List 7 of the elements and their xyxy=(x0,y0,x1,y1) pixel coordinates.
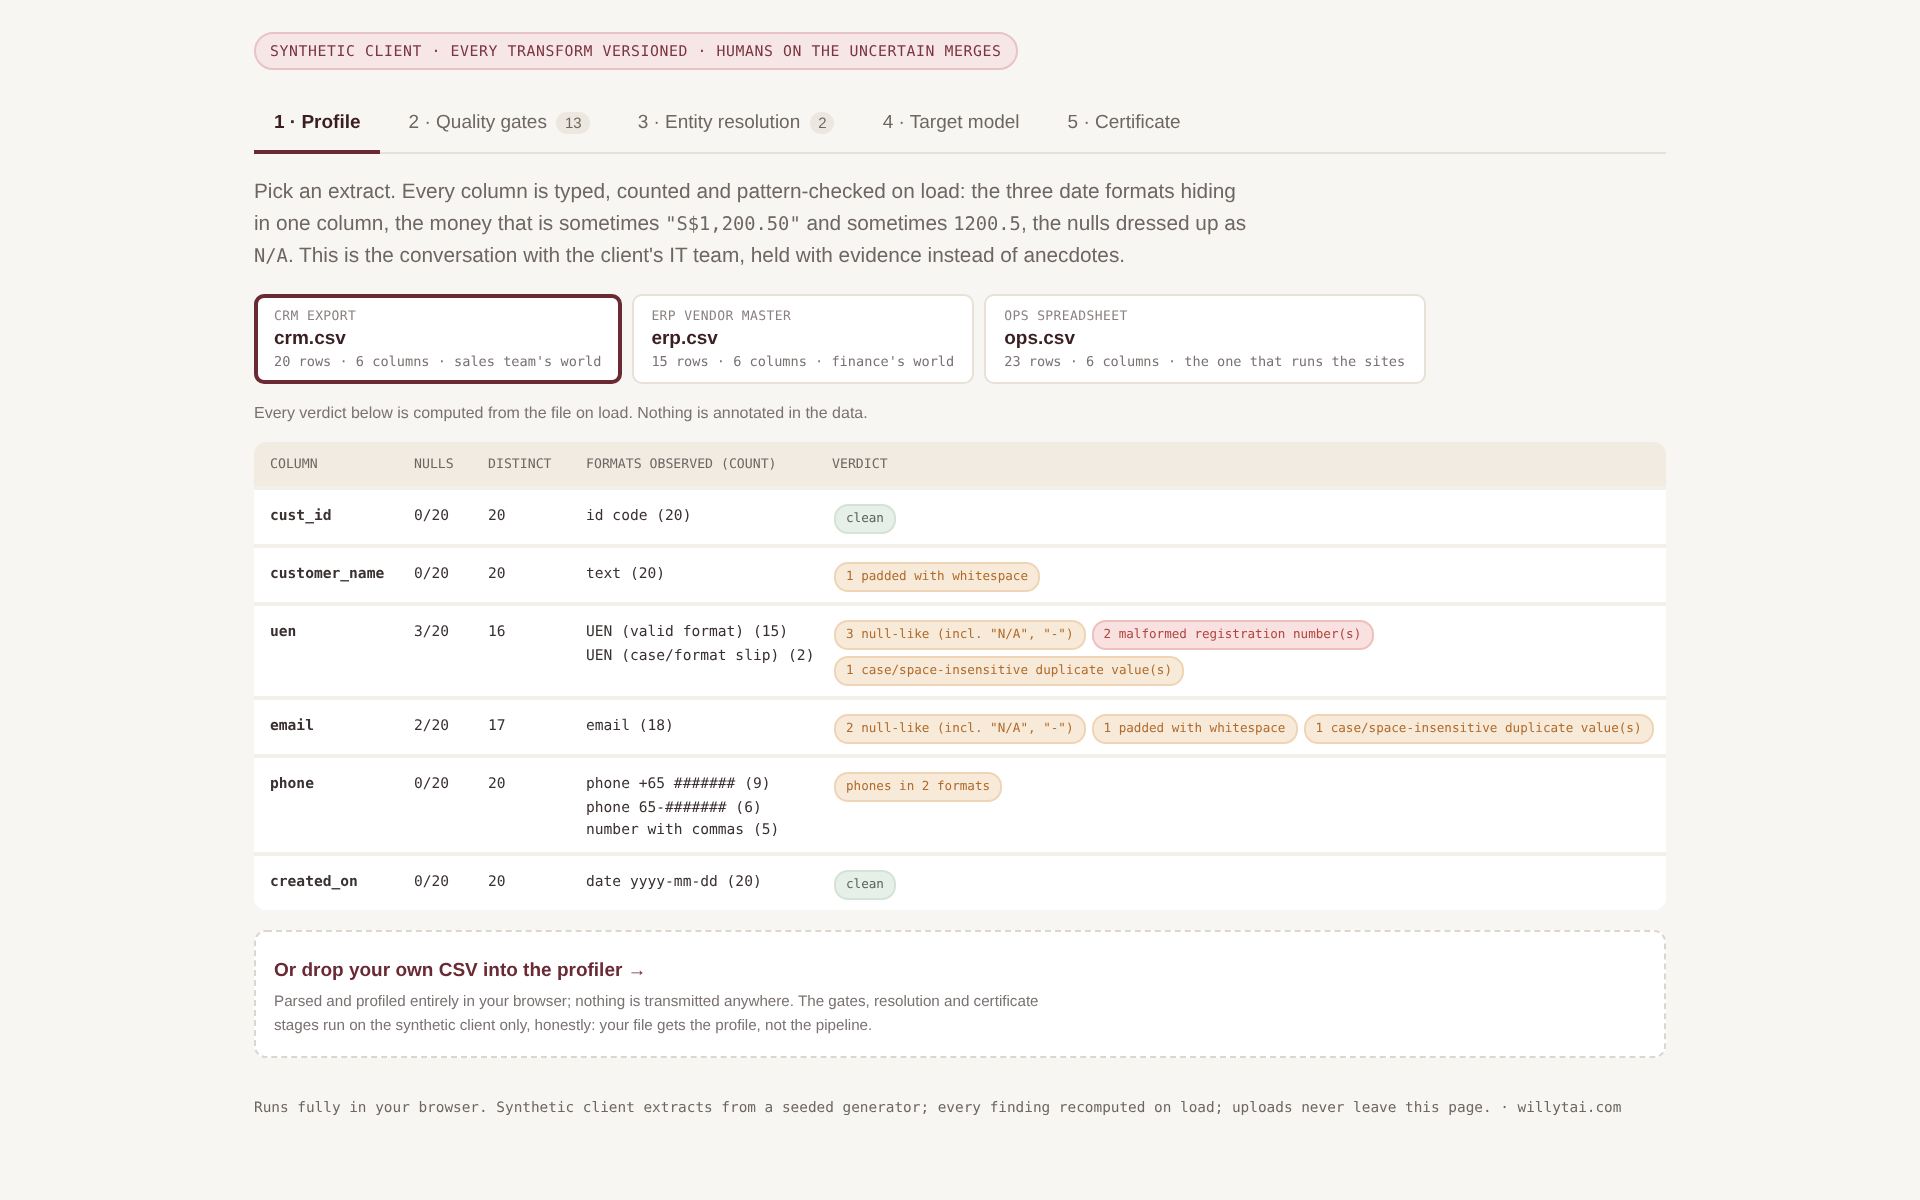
tab[interactable]: 5 · Certificate xyxy=(1047,98,1201,154)
drop-zone[interactable] xyxy=(254,929,1666,1057)
drop-title: Or drop your own CSV into the profiler → xyxy=(274,959,647,981)
tab[interactable]: 1 · Profile xyxy=(254,98,381,154)
intro-paragraph: Pick an extract. Every column is typed, counted and pattern-checked on load: the three date formats hiding in one column, the money that is sometimes "S$1,200.50" and sometimes 1200.5, the nulls dressed up as N/A. This is the conversation with the client's IT team, held with evidence instead of anecdotes. xyxy=(254,180,1249,272)
note-text: Every verdict below is computed from the file on load. Nothing is annotated in the data. xyxy=(254,404,870,422)
tab[interactable]: 4 · Target model xyxy=(862,98,1040,154)
